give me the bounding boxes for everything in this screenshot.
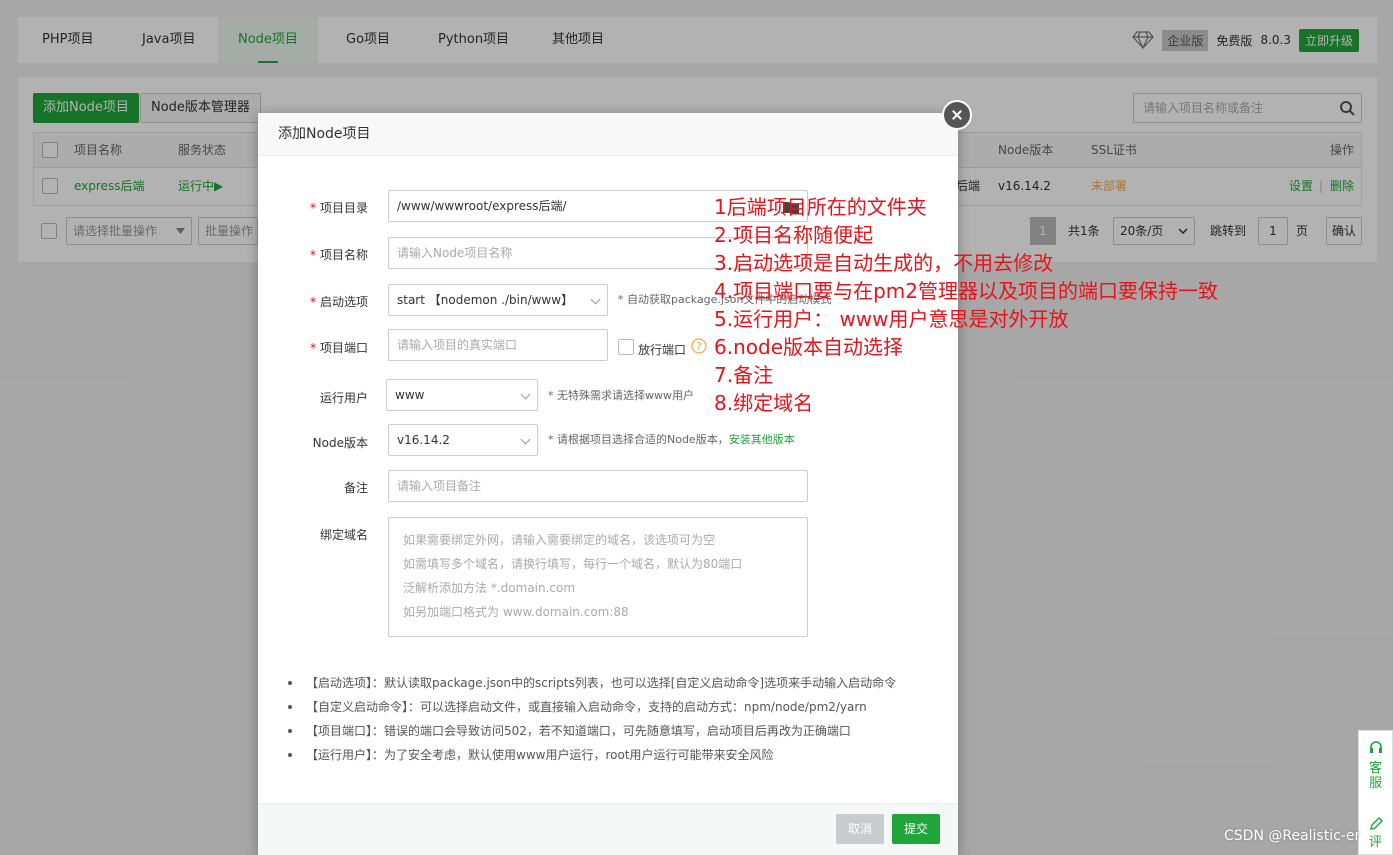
submit-button[interactable]: 提交 bbox=[892, 814, 940, 844]
help-icon[interactable]: ? bbox=[691, 338, 707, 354]
project-port-input[interactable]: 请输入项目的真实端口 bbox=[388, 329, 608, 361]
start-option-value: start 【nodemon ./bin/www】 bbox=[397, 293, 574, 307]
annotation-item: 8.绑定域名 bbox=[714, 391, 814, 415]
chevron-down-icon bbox=[520, 434, 531, 445]
domain-placeholder-line: 泛解析添加方法 *.domain.com bbox=[403, 581, 576, 595]
node-version-label: Node版本 bbox=[312, 436, 368, 450]
tips-list: 【启动选项】：默认读取package.json中的scripts列表，也可以选择… bbox=[286, 671, 926, 767]
side-widget: 客服 评 bbox=[1358, 730, 1393, 855]
customer-service-link[interactable]: 客服 bbox=[1369, 761, 1385, 791]
port-label: * 项目端口 bbox=[309, 341, 368, 355]
port-label-text: 项目端口 bbox=[319, 341, 368, 355]
annotation-item: 3.启动选项是自动生成的，不用去修改 bbox=[714, 251, 1054, 275]
remark-label: 备注 bbox=[343, 481, 368, 495]
node-version-hint-text: * 请根据项目选择合适的Node版本， bbox=[548, 433, 729, 446]
chevron-down-icon bbox=[520, 389, 531, 400]
name-label-text: 项目名称 bbox=[319, 248, 368, 262]
tip-item: 【自定义启动命令】：可以选择启动文件，或直接输入启动命令，支持的启动方式：npm… bbox=[286, 695, 926, 719]
start-label: * 启动选项 bbox=[309, 295, 368, 309]
start-option-select[interactable]: start 【nodemon ./bin/www】 bbox=[388, 284, 608, 316]
user-label: 运行用户 bbox=[319, 391, 368, 405]
domain-placeholder-line: 如另加端口格式为 www.domain.com:88 bbox=[403, 605, 629, 619]
name-label: * 项目名称 bbox=[309, 248, 368, 262]
domain-placeholder-line: 如需填写多个域名，请换行填写，每行一个域名，默认为80端口 bbox=[403, 557, 743, 571]
cancel-button[interactable]: 取消 bbox=[836, 814, 884, 844]
feedback-link[interactable]: 评 bbox=[1369, 835, 1385, 850]
open-port-checkbox[interactable] bbox=[618, 339, 634, 355]
run-user-value: www bbox=[395, 388, 425, 402]
edit-icon bbox=[1370, 817, 1383, 830]
run-user-select[interactable]: www bbox=[386, 379, 538, 411]
annotation-item: 2.项目名称随便起 bbox=[714, 223, 874, 247]
open-port-label: 放行端口 bbox=[638, 343, 687, 357]
tip-item: 【运行用户】：为了安全考虑，默认使用www用户运行，root用户运行可能带来安全… bbox=[286, 743, 926, 767]
tip-item: 【项目端口】：错误的端口会导致访问502，若不知道端口，可先随意填写，启动项目后… bbox=[286, 719, 926, 743]
annotation-item: 1后端项目所在的文件夹 bbox=[714, 195, 927, 219]
node-version-hint: * 请根据项目选择合适的Node版本，安装其他版本 bbox=[548, 431, 795, 447]
headset-icon bbox=[1370, 741, 1382, 753]
dialog-title: 添加Node项目 bbox=[258, 113, 958, 156]
annotation-item: 4.项目端口要与在pm2管理器以及项目的端口要保持一致 bbox=[714, 279, 1218, 303]
domain-placeholder-line: 如果需要绑定外网，请输入需要绑定的域名，该选项可为空 bbox=[403, 533, 716, 547]
install-other-version-link[interactable]: 安装其他版本 bbox=[729, 433, 795, 446]
annotation-item: 5.运行用户： www用户意思是对外开放 bbox=[714, 307, 1069, 331]
svg-text:?: ? bbox=[696, 340, 702, 353]
domain-textarea[interactable]: 如果需要绑定外网，请输入需要绑定的域名，该选项可为空 如需填写多个域名，请换行填… bbox=[388, 517, 808, 637]
remark-input[interactable]: 请输入项目备注 bbox=[388, 470, 808, 502]
node-version-value: v16.14.2 bbox=[397, 433, 450, 447]
chevron-down-icon bbox=[590, 294, 601, 305]
domain-label: 绑定域名 bbox=[319, 528, 368, 542]
project-dir-value: /www/wwwroot/express后端/ bbox=[397, 199, 567, 213]
annotation-item: 7.备注 bbox=[714, 363, 774, 387]
node-version-select[interactable]: v16.14.2 bbox=[388, 424, 538, 456]
dialog-footer: 取消 提交 bbox=[258, 803, 958, 855]
watermark: CSDN @Realistic-er bbox=[1224, 828, 1361, 844]
dir-label: * 项目目录 bbox=[309, 201, 368, 215]
close-icon[interactable] bbox=[942, 100, 972, 130]
annotation-list: 1后端项目所在的文件夹 2.项目名称随便起 3.启动选项是自动生成的，不用去修改… bbox=[714, 193, 1218, 417]
dir-label-text: 项目目录 bbox=[319, 201, 368, 215]
user-hint: * 无特殊需求请选择www用户 bbox=[548, 389, 694, 402]
annotation-item: 6.node版本自动选择 bbox=[714, 335, 903, 359]
tip-item: 【启动选项】：默认读取package.json中的scripts列表，也可以选择… bbox=[286, 671, 926, 695]
start-label-text: 启动选项 bbox=[319, 295, 368, 309]
